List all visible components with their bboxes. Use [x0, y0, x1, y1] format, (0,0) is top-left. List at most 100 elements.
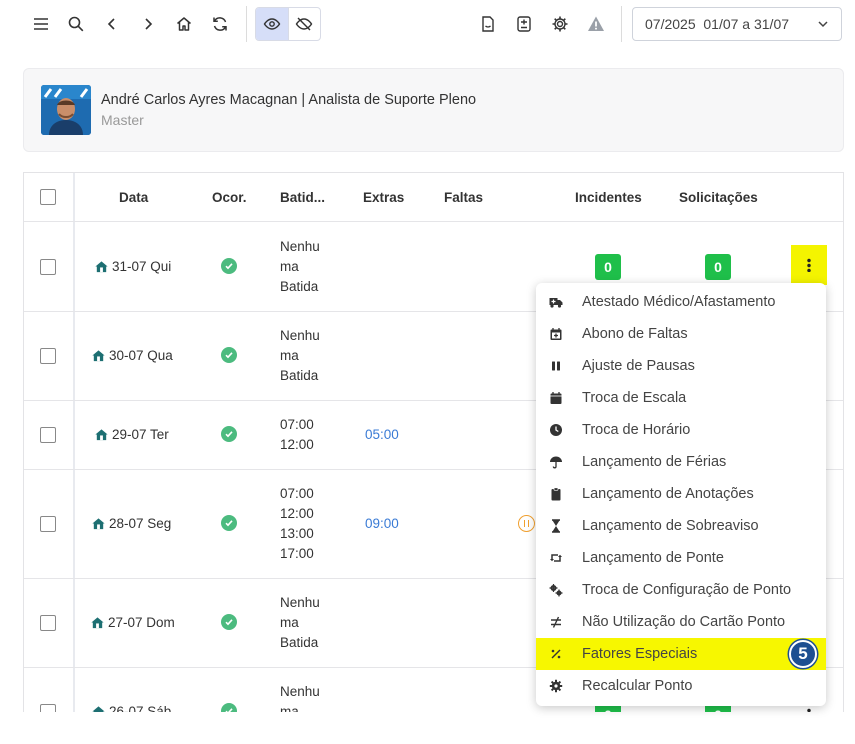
eye-off-icon[interactable] [287, 8, 320, 40]
batidas-cell: Nenhu ma Batida [280, 239, 320, 294]
home-icon [95, 261, 108, 273]
row-checkbox[interactable] [40, 427, 56, 443]
menu-item-label: Troca de Escala [582, 390, 687, 406]
calculator-icon[interactable] [510, 10, 538, 38]
menu-item-escala[interactable]: Troca de Escala [536, 382, 826, 414]
menu-item-pausas[interactable]: Ajuste de Pausas [536, 350, 826, 382]
home-icon[interactable] [170, 10, 198, 38]
visibility-toggle-group [255, 7, 321, 41]
row-date-text: 29-07 Ter [112, 427, 169, 442]
umbrella-icon [548, 454, 564, 470]
row-checkbox[interactable] [40, 615, 56, 631]
menu-item-label: Troca de Horário [582, 422, 691, 438]
chevron-right-icon[interactable] [134, 10, 162, 38]
header-incidentes[interactable]: Incidentes [575, 190, 642, 205]
check-circle-icon [221, 426, 237, 442]
calendar-icon [548, 390, 564, 406]
step-number-badge: 5 [789, 640, 817, 668]
retweet-icon [548, 550, 564, 566]
search-icon[interactable] [62, 10, 90, 38]
pause-circle-icon[interactable] [518, 515, 535, 532]
period-select[interactable]: 07/2025 01/07 a 31/07 [632, 7, 842, 41]
home-icon [92, 706, 105, 712]
gear-icon [548, 678, 564, 694]
header-ocor[interactable]: Ocor. [212, 190, 247, 205]
extras-value: 05:00 [365, 427, 399, 442]
menu-item-label: Fatores Especiais [582, 646, 698, 662]
menu-item-label: Abono de Faltas [582, 326, 688, 342]
solicitacoes-badge[interactable]: 0 [705, 254, 731, 280]
top-toolbar: 07/2025 01/07 a 31/07 [0, 0, 855, 50]
menu-item-ferias[interactable]: Lançamento de Férias [536, 446, 826, 478]
menu-item-abono[interactable]: Abono de Faltas [536, 318, 826, 350]
gear-icon[interactable] [546, 10, 574, 38]
header-faltas[interactable]: Faltas [444, 190, 483, 205]
refresh-icon[interactable] [206, 10, 234, 38]
menu-item-configuracao[interactable]: Troca de Configuração de Ponto [536, 574, 826, 606]
row-date: 28-07 Seg [91, 516, 171, 531]
header-solicitacoes[interactable]: Solicitações [679, 190, 758, 205]
row-date-text: 28-07 Seg [109, 516, 172, 531]
check-circle-icon [221, 515, 237, 531]
employee-profile-card: André Carlos Ayres Macagnan | Analista d… [23, 68, 844, 152]
cogs-icon [548, 582, 564, 598]
row-checkbox[interactable] [40, 704, 56, 712]
menu-item-label: Atestado Médico/Afastamento [582, 294, 776, 310]
menu-item-label: Troca de Configuração de Ponto [582, 582, 792, 598]
menu-item-label: Lançamento de Ponte [582, 550, 724, 566]
row-date: 27-07 Dom [90, 615, 175, 630]
clipboard-icon [548, 486, 564, 502]
not-equal-icon [548, 614, 564, 630]
header-batidas[interactable]: Batid... [280, 190, 325, 205]
warning-icon[interactable] [582, 10, 610, 38]
row-checkbox[interactable] [40, 516, 56, 532]
select-all-checkbox[interactable] [40, 189, 56, 205]
incidentes-badge[interactable]: 0 [595, 254, 621, 280]
home-icon [91, 617, 104, 629]
menu-item-nao-utilizacao[interactable]: Não Utilização do Cartão Ponto [536, 606, 826, 638]
row-date: 29-07 Ter [94, 427, 169, 442]
menu-item-ponte[interactable]: Lançamento de Ponte [536, 542, 826, 574]
header-extras[interactable]: Extras [363, 190, 404, 205]
toolbar-divider [246, 6, 247, 42]
check-circle-icon [221, 258, 237, 274]
batidas-cell: Nenhu ma Batida [280, 595, 320, 650]
row-actions-menu: Atestado Médico/Afastamento Abono de Fal… [536, 283, 826, 706]
menu-item-label: Lançamento de Férias [582, 454, 727, 470]
check-circle-icon [221, 347, 237, 363]
menu-item-horario[interactable]: Troca de Horário [536, 414, 826, 446]
menu-icon[interactable] [27, 10, 55, 38]
row-date-text: 27-07 Dom [108, 615, 175, 630]
menu-item-fatores-especiais[interactable]: Fatores Especiais 5 [536, 638, 826, 670]
ambulance-icon [548, 294, 564, 310]
extras-value: 09:00 [365, 516, 399, 531]
row-checkbox[interactable] [40, 348, 56, 364]
menu-item-recalcular[interactable]: Recalcular Ponto [536, 670, 826, 702]
eye-icon[interactable] [256, 8, 288, 40]
row-date-text: 30-07 Qua [109, 348, 173, 363]
row-date: 31-07 Qui [94, 259, 171, 274]
menu-item-label: Lançamento de Anotações [582, 486, 754, 502]
row-checkbox[interactable] [40, 259, 56, 275]
hourglass-icon [548, 518, 564, 534]
row-date: 26-07 Sáb [91, 704, 171, 712]
percent-icon [548, 646, 564, 662]
batidas-cell: Nenhu ma Batida [280, 328, 320, 383]
menu-item-sobreaviso[interactable]: Lançamento de Sobreaviso [536, 510, 826, 542]
home-icon [95, 429, 108, 441]
menu-item-anotacoes[interactable]: Lançamento de Anotações [536, 478, 826, 510]
check-circle-icon [221, 614, 237, 630]
period-value: 07/2025 01/07 a 31/07 [645, 16, 790, 32]
chevron-down-icon [818, 21, 828, 28]
calendar-plus-icon [548, 326, 564, 342]
batidas-cell: Nenhu ma [280, 684, 320, 712]
report-icon[interactable] [474, 10, 502, 38]
chevron-left-icon[interactable] [98, 10, 126, 38]
batidas-cell: 07:00 12:00 13:00 17:00 [280, 486, 314, 561]
kebab-icon [807, 258, 811, 272]
menu-item-label: Recalcular Ponto [582, 678, 693, 694]
row-date-text: 31-07 Qui [112, 259, 172, 274]
menu-item-atestado[interactable]: Atestado Médico/Afastamento [536, 286, 826, 318]
header-data[interactable]: Data [119, 190, 148, 205]
row-actions-button[interactable] [791, 245, 827, 285]
